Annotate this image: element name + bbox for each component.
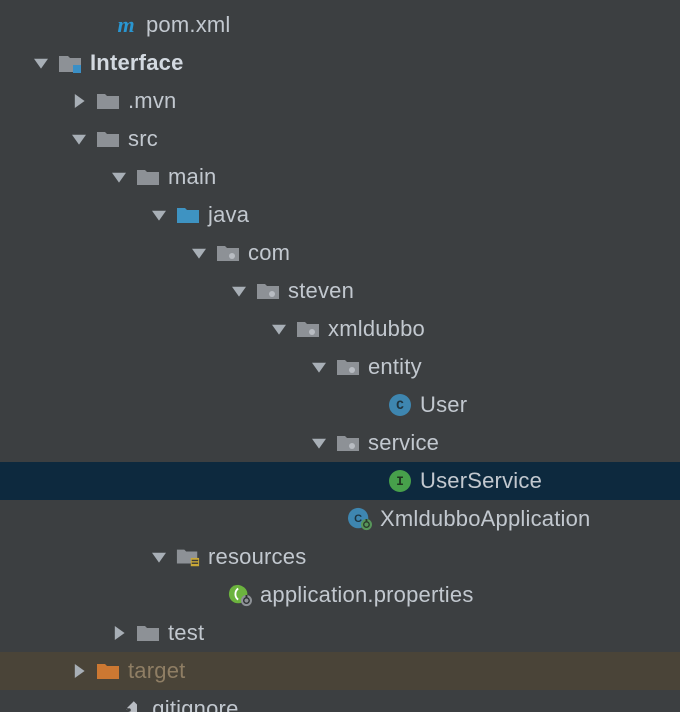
- package-icon: [336, 431, 360, 455]
- chevron-down-icon[interactable]: [152, 550, 166, 564]
- spring-boot-icon: C: [348, 507, 372, 531]
- folder-label: resources: [208, 544, 306, 570]
- folder-label: test: [168, 620, 204, 646]
- folder-label: java: [208, 202, 249, 228]
- tree-row-xmldubbo[interactable]: xmldubbo: [0, 310, 680, 348]
- resources-folder-icon: [176, 545, 200, 569]
- chevron-down-icon[interactable]: [312, 360, 326, 374]
- chevron-down-icon[interactable]: [112, 170, 126, 184]
- tree-row-java[interactable]: java: [0, 196, 680, 234]
- svg-text:C: C: [354, 513, 362, 525]
- tree-row-resources[interactable]: resources: [0, 538, 680, 576]
- module-icon: [58, 51, 82, 75]
- chevron-down-icon[interactable]: [272, 322, 286, 336]
- git-icon: [114, 697, 138, 712]
- tree-row-com[interactable]: com: [0, 234, 680, 272]
- project-tree: m pom.xml Interface .mvn src main java: [0, 0, 680, 712]
- source-folder-icon: [176, 203, 200, 227]
- tree-row-interface[interactable]: Interface: [0, 44, 680, 82]
- chevron-right-icon[interactable]: [72, 664, 86, 678]
- tree-row-userservice[interactable]: I UserService: [0, 462, 680, 500]
- folder-label: service: [368, 430, 439, 456]
- chevron-down-icon[interactable]: [152, 208, 166, 222]
- package-icon: [336, 355, 360, 379]
- file-label: UserService: [420, 468, 542, 494]
- folder-label: steven: [288, 278, 354, 304]
- tree-row-pom[interactable]: m pom.xml: [0, 6, 680, 44]
- file-label: User: [420, 392, 467, 418]
- excluded-folder-icon: [96, 659, 120, 683]
- chevron-down-icon[interactable]: [232, 284, 246, 298]
- chevron-down-icon[interactable]: [72, 132, 86, 146]
- file-label: .gitignore: [146, 696, 239, 712]
- tree-row-src[interactable]: src: [0, 120, 680, 158]
- package-icon: [256, 279, 280, 303]
- file-label: XmldubboApplication: [380, 506, 591, 532]
- spring-properties-icon: [228, 583, 252, 607]
- folder-icon: [136, 165, 160, 189]
- file-label: pom.xml: [146, 12, 231, 38]
- tree-row-target[interactable]: target: [0, 652, 680, 690]
- tree-row-user[interactable]: C User: [0, 386, 680, 424]
- tree-row-main[interactable]: main: [0, 158, 680, 196]
- tree-row-steven[interactable]: steven: [0, 272, 680, 310]
- maven-icon: m: [114, 13, 138, 37]
- package-icon: [296, 317, 320, 341]
- folder-label: .mvn: [128, 88, 176, 114]
- folder-label: src: [128, 126, 158, 152]
- folder-icon: [136, 621, 160, 645]
- chevron-right-icon[interactable]: [72, 94, 86, 108]
- module-label: Interface: [90, 50, 184, 76]
- folder-label: xmldubbo: [328, 316, 425, 342]
- class-icon: C: [388, 393, 412, 417]
- folder-label: com: [248, 240, 290, 266]
- tree-row-entity[interactable]: entity: [0, 348, 680, 386]
- tree-row-test[interactable]: test: [0, 614, 680, 652]
- tree-row-xmldubbo-application[interactable]: C XmldubboApplication: [0, 500, 680, 538]
- chevron-down-icon[interactable]: [192, 246, 206, 260]
- interface-icon: I: [388, 469, 412, 493]
- tree-row-mvn[interactable]: .mvn: [0, 82, 680, 120]
- tree-row-gitignore[interactable]: .gitignore: [0, 690, 680, 712]
- folder-icon: [96, 89, 120, 113]
- folder-label: target: [128, 658, 185, 684]
- chevron-down-icon[interactable]: [312, 436, 326, 450]
- file-label: application.properties: [260, 582, 474, 608]
- folder-label: entity: [368, 354, 422, 380]
- folder-icon: [96, 127, 120, 151]
- tree-row-app-properties[interactable]: application.properties: [0, 576, 680, 614]
- tree-row-service[interactable]: service: [0, 424, 680, 462]
- folder-label: main: [168, 164, 217, 190]
- chevron-right-icon[interactable]: [112, 626, 126, 640]
- package-icon: [216, 241, 240, 265]
- chevron-down-icon[interactable]: [34, 56, 48, 70]
